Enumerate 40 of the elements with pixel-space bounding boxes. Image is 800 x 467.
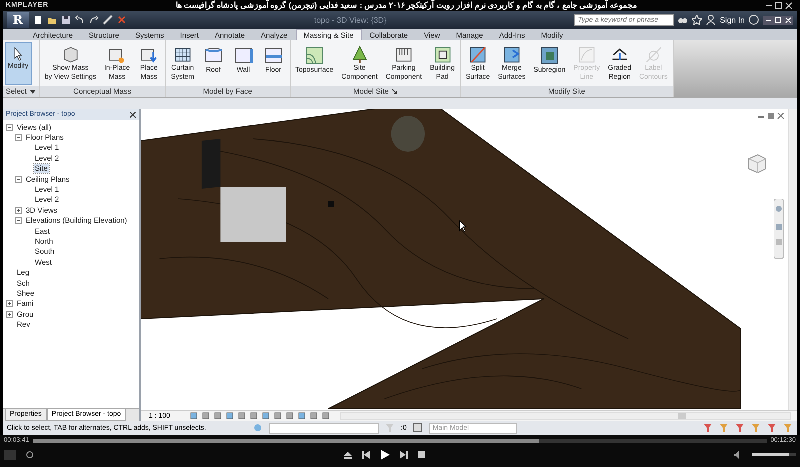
folder-icon[interactable]	[47, 15, 57, 25]
expand-toggle-icon[interactable]	[15, 206, 22, 214]
collapse-toggle-icon[interactable]	[6, 124, 13, 131]
next-icon[interactable]	[400, 450, 408, 458]
measure-icon[interactable]	[103, 15, 113, 25]
window-controls-icon[interactable]	[764, 2, 794, 10]
help-icon[interactable]	[749, 15, 759, 25]
collapse-toggle-icon[interactable]	[15, 134, 22, 142]
subregion-icon	[538, 45, 561, 67]
user-icon[interactable]	[706, 15, 716, 25]
document-title: topo - 3D View: {3D}	[313, 16, 388, 24]
play-icon[interactable]	[380, 450, 390, 460]
star-icon[interactable]	[692, 15, 702, 25]
video-title: مجموعه آموزشی جامع ، گام به گام و کاربردی نرم افزار رویت آرکیتکچر ۲۰۱۶ مدرس : سعید فدایی (تیچرمن) گروه آموزشی پادشاه گرافیست ها	[176, 1, 637, 10]
terrain-contour-icon	[304, 45, 326, 67]
undo-icon[interactable]	[75, 15, 85, 25]
settings-icon[interactable]	[26, 450, 34, 458]
speaker-icon[interactable]	[734, 450, 742, 458]
seek-bar[interactable]	[33, 438, 767, 442]
sign-in-link[interactable]: Sign In	[720, 16, 745, 24]
eject-icon[interactable]	[344, 450, 352, 458]
window-controls-icon[interactable]	[763, 16, 793, 24]
vertical-scrollbar[interactable]	[788, 109, 797, 410]
application-button[interactable]: R	[7, 12, 29, 28]
horizontal-scrollbar[interactable]	[340, 412, 791, 420]
collapse-toggle-icon[interactable]	[15, 217, 22, 224]
design-options-icon[interactable]	[412, 423, 423, 433]
expand-toggle-icon[interactable]	[6, 310, 13, 318]
dialog-launcher-icon[interactable]	[392, 89, 397, 94]
collapse-toggle-icon[interactable]	[15, 176, 22, 183]
mouse-pointer-icon	[459, 220, 468, 233]
close-icon[interactable]	[130, 112, 136, 118]
save-icon[interactable]	[61, 15, 71, 25]
previous-icon[interactable]	[362, 450, 370, 458]
close-view-icon[interactable]	[117, 15, 127, 25]
caret-icon[interactable]	[30, 89, 36, 94]
expand-toggle-icon[interactable]	[6, 300, 13, 308]
new-file-icon[interactable]	[33, 15, 43, 25]
stop-icon[interactable]	[418, 451, 424, 458]
redo-icon[interactable]	[89, 15, 99, 25]
